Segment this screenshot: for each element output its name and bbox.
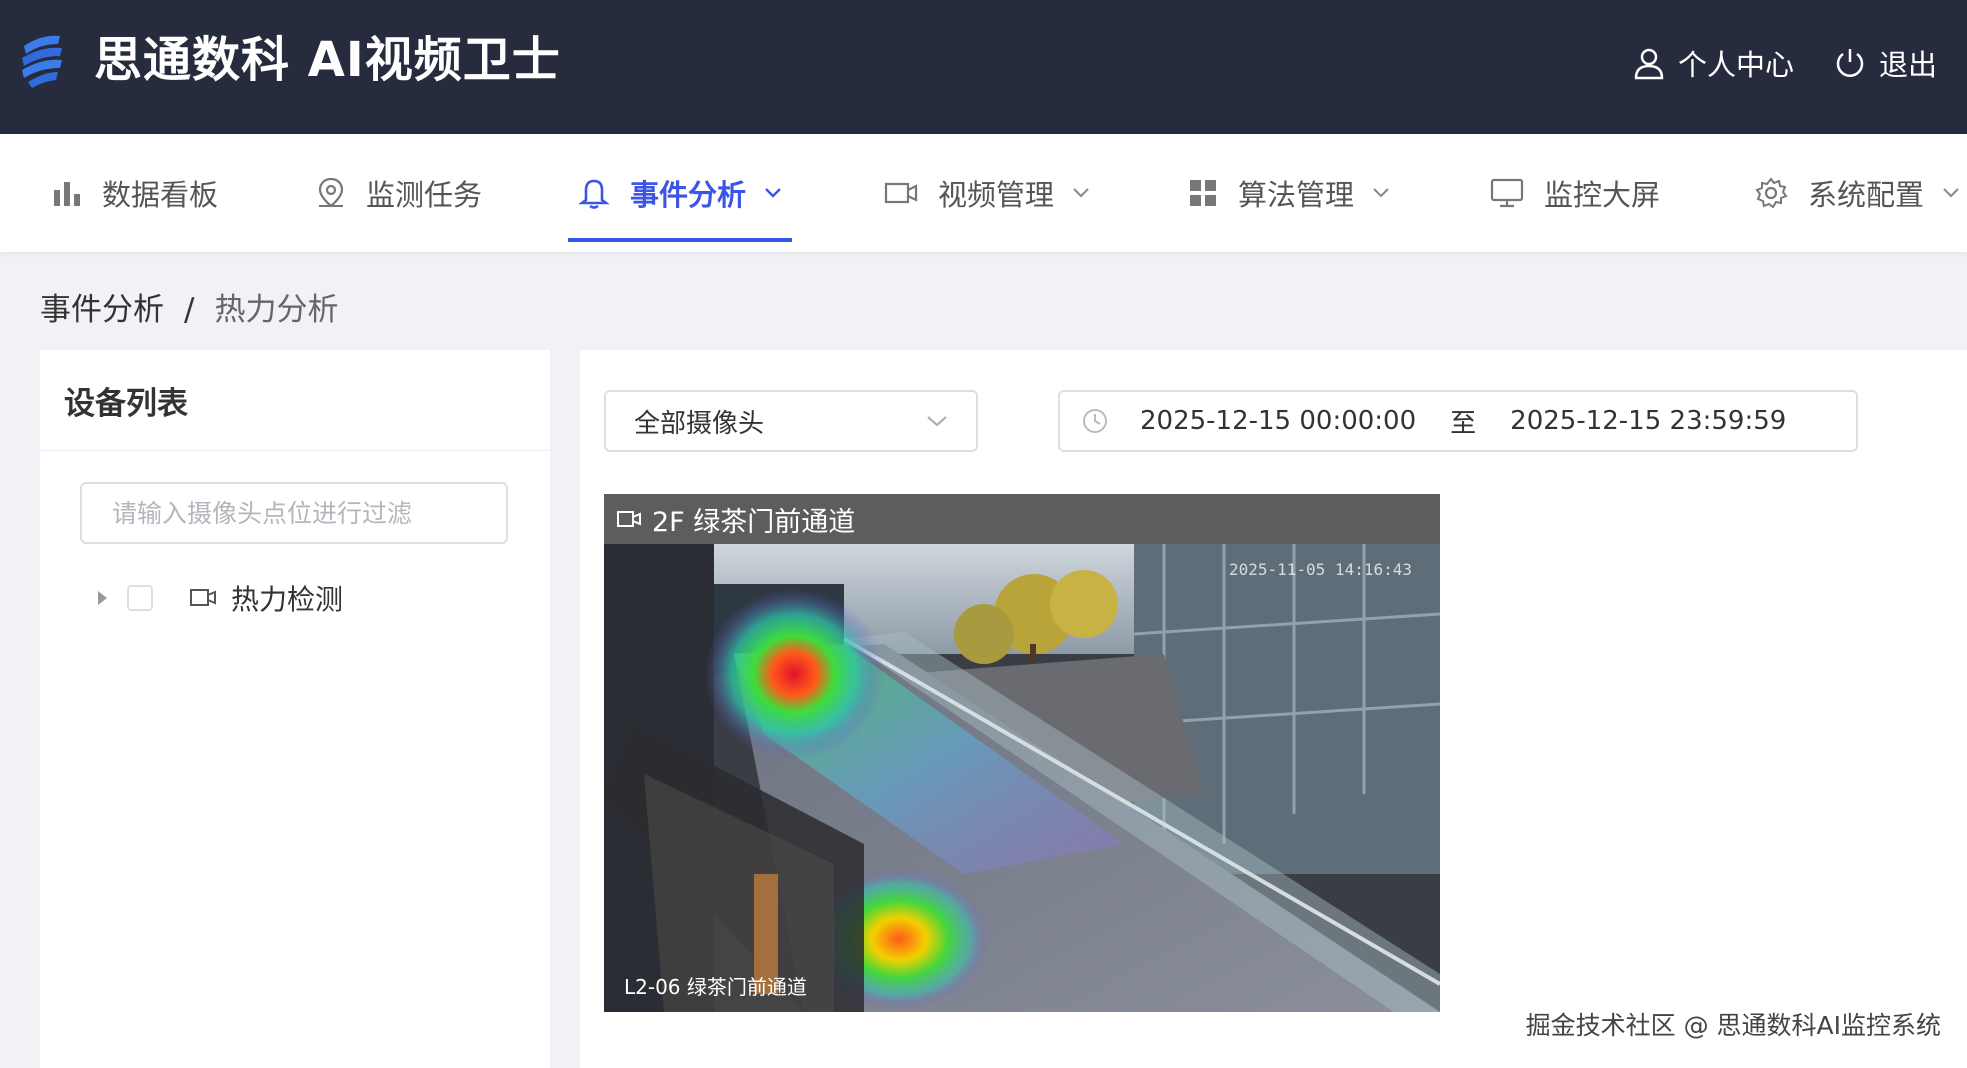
nav-label-video-management: 视频管理 — [938, 178, 1055, 212]
video-camera-icon — [884, 182, 918, 204]
power-icon — [1836, 49, 1864, 77]
user-center-label: 个人中心 — [1678, 48, 1795, 82]
active-tab-indicator — [568, 238, 792, 242]
user-icon — [1634, 48, 1664, 80]
breadcrumb: 事件分析 / 热力分析 — [40, 288, 338, 332]
main-nav: 数据看板 监测任务 事件分析 视频管理 算法管理 监控大屏 系统配置 — [0, 134, 1967, 252]
breadcrumb-current: 热力分析 — [214, 292, 339, 328]
nav-label-monitor-tasks: 监测任务 — [366, 178, 483, 212]
bar-chart-icon — [54, 182, 80, 206]
nav-item-video-management[interactable]: 视频管理 — [884, 134, 1090, 252]
nav-label-system-config: 系统配置 — [1808, 178, 1925, 212]
date-range-picker[interactable]: 2025-12-15 00:00:00 至 2025-12-15 23:59:5… — [1058, 390, 1858, 452]
video-card[interactable]: 2F 绿茶门前通道 2025-11-05 14:16:43 L2-06 绿茶门前… — [604, 494, 1440, 1012]
video-title-bar: 2F 绿茶门前通道 — [604, 494, 1440, 544]
heatmap-video-frame — [604, 544, 1440, 1012]
nav-label-event-analysis: 事件分析 — [630, 178, 747, 212]
nav-label-algorithm-management: 算法管理 — [1238, 178, 1355, 212]
app-title: 思通数科 AI视频卫士 — [94, 32, 561, 88]
grid-icon — [1190, 180, 1216, 206]
app-header: 思通数科 AI视频卫士 个人中心 退出 — [0, 0, 1967, 134]
nav-item-system-config[interactable]: 系统配置 — [1754, 134, 1960, 252]
chevron-down-icon — [1073, 188, 1089, 198]
nav-item-event-analysis[interactable]: 事件分析 — [578, 134, 782, 252]
video-timestamp: 2025-11-05 14:16:43 — [1228, 560, 1412, 579]
chevron-down-icon — [765, 188, 781, 198]
logo-icon — [22, 35, 62, 88]
date-end[interactable]: 2025-12-15 23:59:59 — [1510, 406, 1786, 436]
video-camera-icon — [617, 511, 641, 527]
logout-button[interactable]: 退出 — [1833, 40, 1937, 86]
date-range-separator: 至 — [1450, 408, 1477, 439]
logout-label: 退出 — [1879, 48, 1938, 82]
breadcrumb-separator: / — [184, 292, 195, 328]
nav-item-algorithm-management[interactable]: 算法管理 — [1188, 134, 1390, 252]
tree-node-label: 热力检测 — [231, 583, 344, 616]
camera-select-value: 全部摄像头 — [634, 408, 765, 439]
user-center-button[interactable]: 个人中心 — [1632, 40, 1794, 86]
nav-item-dashboard[interactable]: 数据看板 — [52, 134, 218, 252]
watermark: 掘金技术社区 @ 思通数科AI监控系统 — [1525, 1011, 1941, 1040]
monitor-icon — [1490, 178, 1524, 208]
camera-select[interactable]: 全部摄像头 — [604, 390, 978, 452]
tree-checkbox[interactable] — [127, 585, 153, 611]
chevron-down-icon — [927, 416, 947, 427]
video-title: 2F 绿茶门前通道 — [652, 506, 856, 538]
device-list-title: 设备列表 — [40, 350, 550, 451]
breadcrumb-parent[interactable]: 事件分析 — [40, 292, 164, 328]
nav-label-monitoring-screen: 监控大屏 — [1544, 178, 1661, 212]
video-camera-icon — [190, 589, 216, 606]
chevron-down-icon — [1373, 188, 1389, 198]
heatmap-panel: 全部摄像头 2025-12-15 00:00:00 至 2025-12-15 2… — [580, 350, 1967, 1068]
nav-label-dashboard: 数据看板 — [102, 178, 219, 212]
clock-icon — [1083, 409, 1107, 433]
bell-icon — [578, 179, 610, 209]
date-start[interactable]: 2025-12-15 00:00:00 — [1140, 406, 1416, 436]
location-pin-icon — [318, 177, 344, 208]
chevron-down-icon — [1943, 188, 1959, 198]
nav-item-monitoring-screen[interactable]: 监控大屏 — [1490, 134, 1660, 252]
tree-node[interactable]: 热力检测 — [98, 574, 343, 622]
video-caption: L2-06 绿茶门前通道 — [624, 975, 807, 999]
gear-icon — [1755, 177, 1788, 209]
device-list-panel: 设备列表 热力检测 — [40, 350, 550, 1068]
nav-item-monitor-tasks[interactable]: 监测任务 — [316, 134, 482, 252]
expand-arrow-icon[interactable] — [98, 591, 107, 605]
camera-filter-input[interactable] — [80, 482, 508, 544]
